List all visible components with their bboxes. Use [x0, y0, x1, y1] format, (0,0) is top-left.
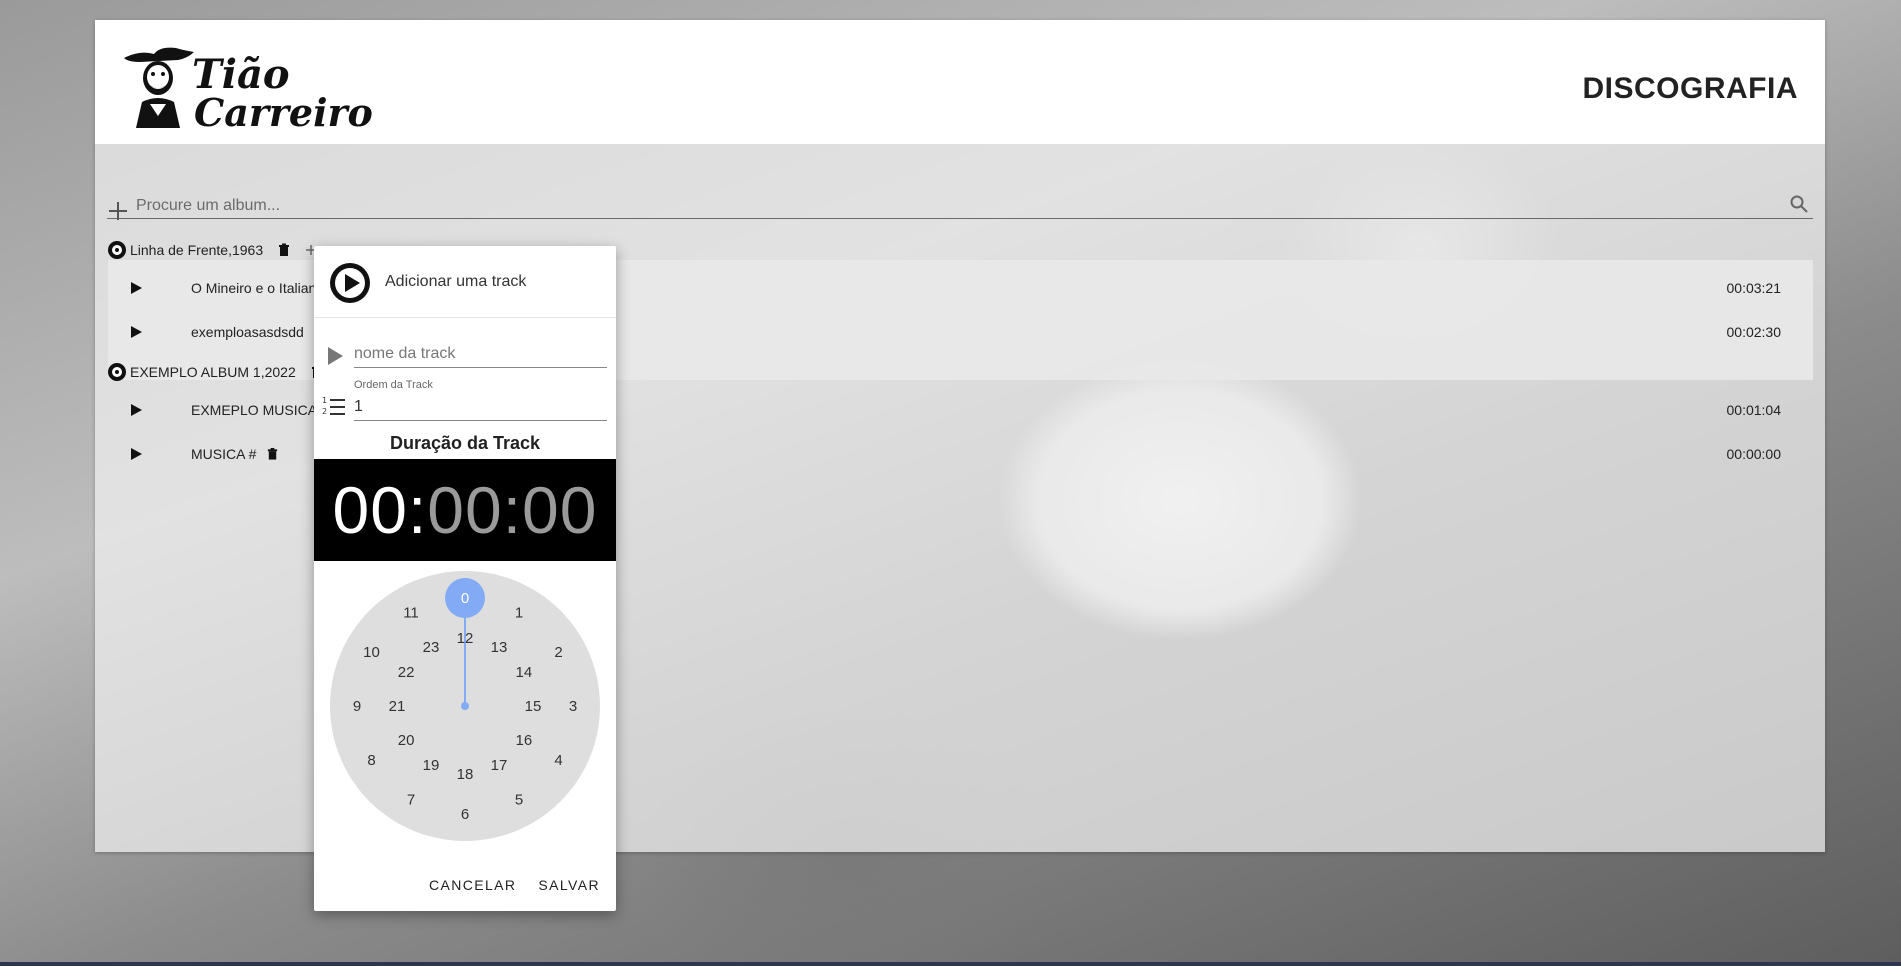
clock-inner-hour[interactable]: 18 [457, 766, 474, 783]
play-icon[interactable] [129, 447, 143, 461]
play-icon[interactable] [129, 325, 143, 339]
svg-text:Carreiro: Carreiro [194, 90, 373, 130]
track-name: MUSICA # [191, 446, 257, 462]
clock-inner-hour[interactable]: 15 [525, 698, 542, 715]
album-title: Linha de Frente,1963 [130, 242, 264, 258]
clock-inner-hour[interactable]: 22 [398, 664, 415, 681]
clock-inner-hour[interactable]: 12 [457, 630, 474, 647]
track-name-field [314, 340, 616, 380]
clock-outer-hour[interactable]: 9 [353, 698, 361, 715]
clock-outer-hour[interactable]: 4 [554, 752, 562, 769]
search-input[interactable] [136, 194, 1736, 218]
track-name-input[interactable] [354, 340, 607, 368]
clock-outer-hour[interactable]: 8 [367, 752, 375, 769]
page-title: DISCOGRAFIA [1582, 72, 1798, 105]
duration-label: Duração da Track [389, 433, 541, 453]
track-duration: 00:01:04 [1726, 402, 1782, 418]
dialog-header: Adicionar uma track [314, 246, 616, 318]
clock-outer-hour[interactable]: 6 [461, 806, 469, 823]
svg-text:1: 1 [322, 396, 327, 405]
clock-outer-hour[interactable]: 10 [363, 644, 380, 661]
track-duration: 00:00:00 [1726, 446, 1782, 462]
album-row[interactable]: EXEMPLO ALBUM 1,2022 [107, 360, 324, 384]
dialog-actions: CANCELAR SALVAR [407, 877, 600, 893]
clock-outer-hour[interactable]: 5 [515, 792, 523, 809]
seconds-value[interactable]: 00 [522, 473, 597, 547]
search-bar [107, 174, 1813, 222]
save-button[interactable]: SALVAR [538, 877, 600, 893]
clock-inner-hour[interactable]: 19 [423, 757, 440, 774]
add-track-dialog: Adicionar uma track 1 2 Ordem da Track D… [314, 246, 616, 911]
time-separator: : [502, 473, 523, 547]
clock-center [461, 702, 469, 710]
clock-svg: 0 1234567891011121314151617181920212223 [353, 578, 577, 823]
clock-outer-hour[interactable]: 1 [515, 605, 523, 622]
track-name: O Mineiro e o Italiano [191, 280, 325, 296]
clock-outer-hour[interactable]: 2 [554, 644, 562, 661]
svg-text:2: 2 [322, 407, 327, 416]
add-album-icon[interactable] [107, 200, 129, 222]
play-arrow-icon [328, 347, 343, 365]
clock-inner-hour[interactable]: 13 [491, 639, 508, 656]
track-order-field: 1 2 Ordem da Track [314, 377, 616, 425]
search-icon[interactable] [1789, 194, 1809, 214]
track-name: EXMEPLO MUSICA [191, 402, 318, 418]
clock-outer-hour[interactable]: 7 [407, 792, 415, 809]
time-display: 00:00:00 [314, 459, 616, 561]
album-title: EXEMPLO ALBUM 1,2022 [130, 364, 296, 380]
header: Tião Carreiro DISCOGRAFIA [95, 20, 1825, 144]
clock-selected-hour[interactable]: 0 [461, 590, 469, 607]
clock-outer-hour[interactable]: 3 [569, 698, 577, 715]
cancel-button[interactable]: CANCELAR [429, 877, 516, 893]
clock-inner-hour[interactable]: 14 [516, 664, 533, 681]
track-duration: 00:02:30 [1726, 324, 1782, 340]
minutes-value[interactable]: 00 [427, 473, 502, 547]
hour-clock-face[interactable]: 0 1 2 3 4 5 6 7 8 9 10 11 12 13 14 15 16 17 18 19 20 21 22 23 [330, 571, 600, 841]
clock-inner-hour[interactable]: 17 [491, 757, 508, 774]
track-order-input[interactable] [354, 393, 607, 421]
play-icon[interactable] [129, 403, 143, 417]
dialog-title: Adicionar uma track [385, 273, 527, 290]
clock-inner-hour[interactable]: 23 [423, 639, 440, 656]
clock-outer-hour[interactable]: 11 [403, 605, 419, 622]
disc-icon [108, 363, 126, 381]
time-separator: : [407, 473, 428, 547]
play-icon[interactable] [129, 281, 143, 295]
play-circle-icon [330, 263, 370, 303]
ordered-list-icon: 1 2 [322, 396, 345, 416]
logo[interactable]: Tião Carreiro [120, 44, 385, 135]
disc-icon [108, 241, 126, 259]
clock-inner-hour[interactable]: 16 [516, 732, 533, 749]
hours-value[interactable]: 00 [333, 473, 408, 547]
clock-inner-hour[interactable]: 20 [398, 732, 415, 749]
trash-icon[interactable] [277, 243, 291, 257]
taskbar-strip [0, 962, 1901, 966]
trash-icon[interactable] [266, 447, 279, 461]
order-label: Ordem da Track [354, 379, 433, 391]
clock-inner-hour[interactable]: 21 [389, 698, 406, 715]
track-duration: 00:03:21 [1726, 280, 1782, 296]
album-row[interactable]: Linha de Frente,1963 [107, 238, 317, 262]
track-name: exemploasasdsdd [191, 324, 304, 340]
